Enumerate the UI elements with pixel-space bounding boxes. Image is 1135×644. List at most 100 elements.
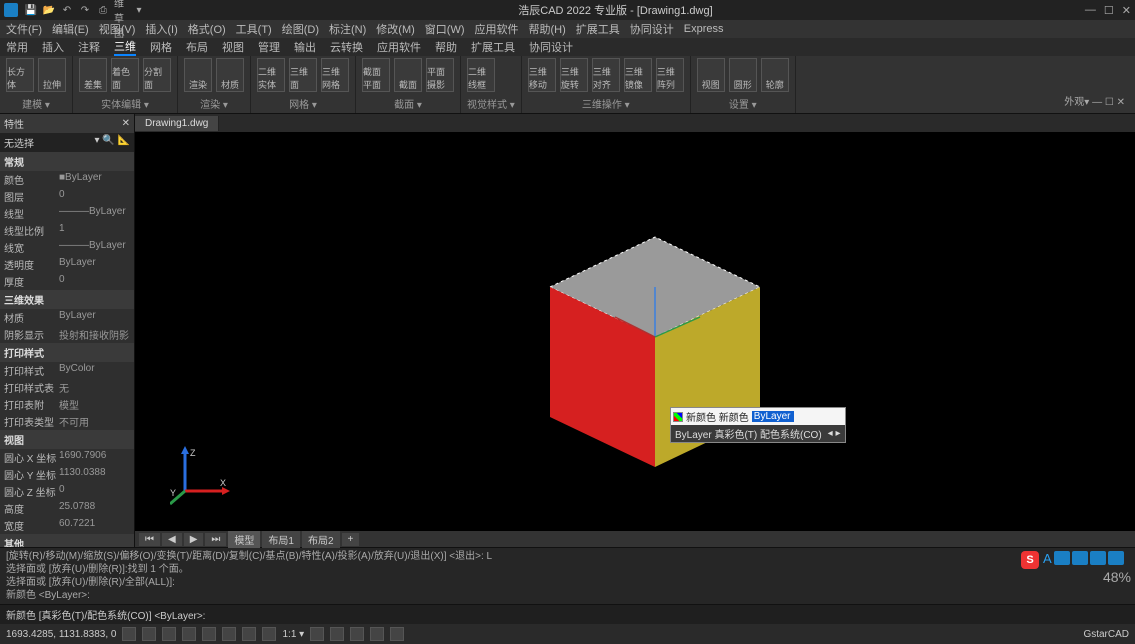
zoom-level[interactable]: 48% xyxy=(1021,569,1131,585)
ribbon-tab[interactable]: 三维 xyxy=(114,38,136,56)
ribbon[interactable]: 长方体拉伸建模 ▾差集着色面分割面实体编辑 ▾渲染材质渲染 ▾二维实体三维面三维… xyxy=(0,56,1135,114)
prop-value[interactable]: 0 xyxy=(59,274,130,289)
qat-open-icon[interactable]: 📂 xyxy=(42,3,56,17)
status-tool-icon[interactable] xyxy=(310,627,324,641)
qat-undo-icon[interactable]: ↶ xyxy=(60,3,74,17)
ortho-icon[interactable] xyxy=(162,627,176,641)
ribbon-button[interactable]: 二维线框 xyxy=(467,58,495,92)
corner-tool-icon[interactable] xyxy=(1072,551,1088,565)
ribbon-button[interactable]: 截面平面 xyxy=(362,58,390,92)
ribbon-button[interactable]: 三维面 xyxy=(289,58,317,92)
minimize-icon[interactable]: — xyxy=(1085,4,1096,17)
color-popup[interactable]: 新颜色 新颜色 ByLayer ByLayer 真彩色(T) 配色系统(CO) … xyxy=(670,407,846,443)
panel-close-icon[interactable]: ✕ xyxy=(122,118,130,129)
otrack-icon[interactable] xyxy=(222,627,236,641)
prop-row[interactable]: 打印表类型不可用 xyxy=(0,413,134,430)
prop-value[interactable]: ■ByLayer xyxy=(59,172,130,187)
menu-item[interactable]: 编辑(E) xyxy=(52,21,89,37)
menu-item[interactable]: 格式(O) xyxy=(188,21,226,37)
corner-a-icon[interactable]: A xyxy=(1043,551,1052,569)
layout-tabs[interactable]: ⏮ ◀ ▶ ⏭ 模型布局1布局2+ xyxy=(135,531,1135,547)
ribbon-button[interactable]: 平面摄影 xyxy=(426,58,454,92)
ribbon-tab[interactable]: 云转换 xyxy=(330,39,363,55)
layout-tab[interactable]: + xyxy=(342,533,360,546)
ribbon-tab[interactable]: 插入 xyxy=(42,39,64,55)
corner-widget[interactable]: S A 48% xyxy=(1021,551,1131,589)
corner-tool-icon[interactable] xyxy=(1054,551,1070,565)
menu-item[interactable]: 窗口(W) xyxy=(425,21,465,37)
color-popup-options[interactable]: ByLayer 真彩色(T) 配色系统(CO) ◂ ▸ xyxy=(671,425,845,442)
ribbon-button[interactable]: 圆形 xyxy=(729,58,757,92)
layout-tab[interactable]: 模型 xyxy=(228,531,260,548)
prop-row[interactable]: 厚度0 xyxy=(0,273,134,290)
prop-value[interactable]: 60.7221 xyxy=(59,518,130,533)
ribbon-tab[interactable]: 视图 xyxy=(222,39,244,55)
command-prompt[interactable]: 新颜色 [真彩色(T)/配色系统(CO)] <ByLayer>: xyxy=(0,604,1135,624)
close-icon[interactable]: ✕ xyxy=(1122,4,1131,17)
color-input[interactable]: ByLayer xyxy=(752,411,794,422)
corner-tool-icon[interactable] xyxy=(1090,551,1106,565)
prop-value[interactable]: 1 xyxy=(59,223,130,238)
layout-nav-icon[interactable]: ▶ xyxy=(184,533,204,546)
status-tool-icon[interactable] xyxy=(350,627,364,641)
ribbon-button[interactable]: 差集 xyxy=(79,58,107,92)
prop-value[interactable]: ———ByLayer xyxy=(59,240,130,255)
ribbon-tab[interactable]: 扩展工具 xyxy=(471,39,515,55)
selection-tools[interactable]: ▾ 🔍 📐 xyxy=(95,135,130,150)
menu-item[interactable]: 标注(N) xyxy=(329,21,366,37)
maximize-icon[interactable]: ☐ xyxy=(1104,4,1114,17)
prop-value[interactable]: 25.0788 xyxy=(59,501,130,516)
ribbon-button[interactable]: 二维实体 xyxy=(257,58,285,92)
prop-row[interactable]: 图层0 xyxy=(0,188,134,205)
prop-row[interactable]: 圆心 X 坐标1690.7906 xyxy=(0,449,134,466)
ribbon-button[interactable]: 三维对齐 xyxy=(592,58,620,92)
ribbon-button[interactable]: 三维阵列 xyxy=(656,58,684,92)
ribbon-tab[interactable]: 网格 xyxy=(150,39,172,55)
ribbon-button[interactable]: 三维镜像 xyxy=(624,58,652,92)
ribbon-tabs[interactable]: 常用插入注释三维网格布局视图管理输出云转换应用软件帮助扩展工具协同设计 xyxy=(0,38,1135,56)
statusbar[interactable]: 1693.4285, 1131.8383, 0 1:1 ▾ GstarCAD xyxy=(0,624,1135,644)
prop-row[interactable]: 打印样式表无 xyxy=(0,379,134,396)
prop-row[interactable]: 颜色■ByLayer xyxy=(0,171,134,188)
prop-value[interactable]: ByColor xyxy=(59,363,130,378)
prop-row[interactable]: 圆心 Z 坐标0 xyxy=(0,483,134,500)
menu-item[interactable]: 修改(M) xyxy=(376,21,415,37)
window-buttons[interactable]: — ☐ ✕ xyxy=(1085,4,1131,17)
prop-category[interactable]: 打印样式 xyxy=(0,343,134,362)
grid-icon[interactable] xyxy=(142,627,156,641)
qat-workspace-label[interactable]: 二维草图 xyxy=(114,3,128,17)
menu-item[interactable]: 扩展工具 xyxy=(576,21,620,37)
qat-redo-icon[interactable]: ↷ xyxy=(78,3,92,17)
ribbon-button[interactable]: 着色面 xyxy=(111,58,139,92)
ribbon-button[interactable]: 分割面 xyxy=(143,58,171,92)
ribbon-tab[interactable]: 输出 xyxy=(294,39,316,55)
prop-row[interactable]: 材质ByLayer xyxy=(0,309,134,326)
menu-item[interactable]: 协同设计 xyxy=(630,21,674,37)
layout-tab[interactable]: 布局2 xyxy=(302,531,340,548)
prop-category[interactable]: 其他 xyxy=(0,534,134,547)
ribbon-button[interactable]: 轮廓 xyxy=(761,58,789,92)
qat-print-icon[interactable]: ⎙ xyxy=(96,3,110,17)
layout-nav-icon[interactable]: ⏭ xyxy=(205,533,226,546)
prop-value[interactable]: ByLayer xyxy=(59,310,130,325)
quick-access-toolbar[interactable]: 💾 📂 ↶ ↷ ⎙ 二维草图 ▾ xyxy=(24,3,146,17)
prop-row[interactable]: 高度25.0788 xyxy=(0,500,134,517)
status-scale[interactable]: 1:1 ▾ xyxy=(282,629,304,640)
prop-category[interactable]: 三维效果 xyxy=(0,290,134,309)
layout-tab[interactable]: 布局1 xyxy=(262,531,300,548)
selection-row[interactable]: 无选择 ▾ 🔍 📐 xyxy=(0,133,134,152)
prop-value[interactable]: ByLayer xyxy=(59,257,130,272)
ribbon-button[interactable]: 视图 xyxy=(697,58,725,92)
drawing-canvas[interactable]: Z X Y 新颜色 新颜色 ByLayer ByLayer 真彩色(T) 配色系… xyxy=(135,132,1135,531)
snap-icon[interactable] xyxy=(122,627,136,641)
ribbon-button[interactable]: 截面 xyxy=(394,58,422,92)
menubar[interactable]: 文件(F)编辑(E)视图(V)插入(I)格式(O)工具(T)绘图(D)标注(N)… xyxy=(0,20,1135,38)
menu-item[interactable]: 应用软件 xyxy=(475,21,519,37)
prop-row[interactable]: 透明度ByLayer xyxy=(0,256,134,273)
corner-tool-icon[interactable] xyxy=(1108,551,1124,565)
panel-options[interactable]: 外观▾ — ☐ ✕ xyxy=(1064,93,1125,108)
prop-category[interactable]: 视图 xyxy=(0,430,134,449)
corner-s-icon[interactable]: S xyxy=(1021,551,1039,569)
ribbon-tab[interactable]: 管理 xyxy=(258,39,280,55)
document-tab[interactable]: Drawing1.dwg xyxy=(135,116,219,131)
